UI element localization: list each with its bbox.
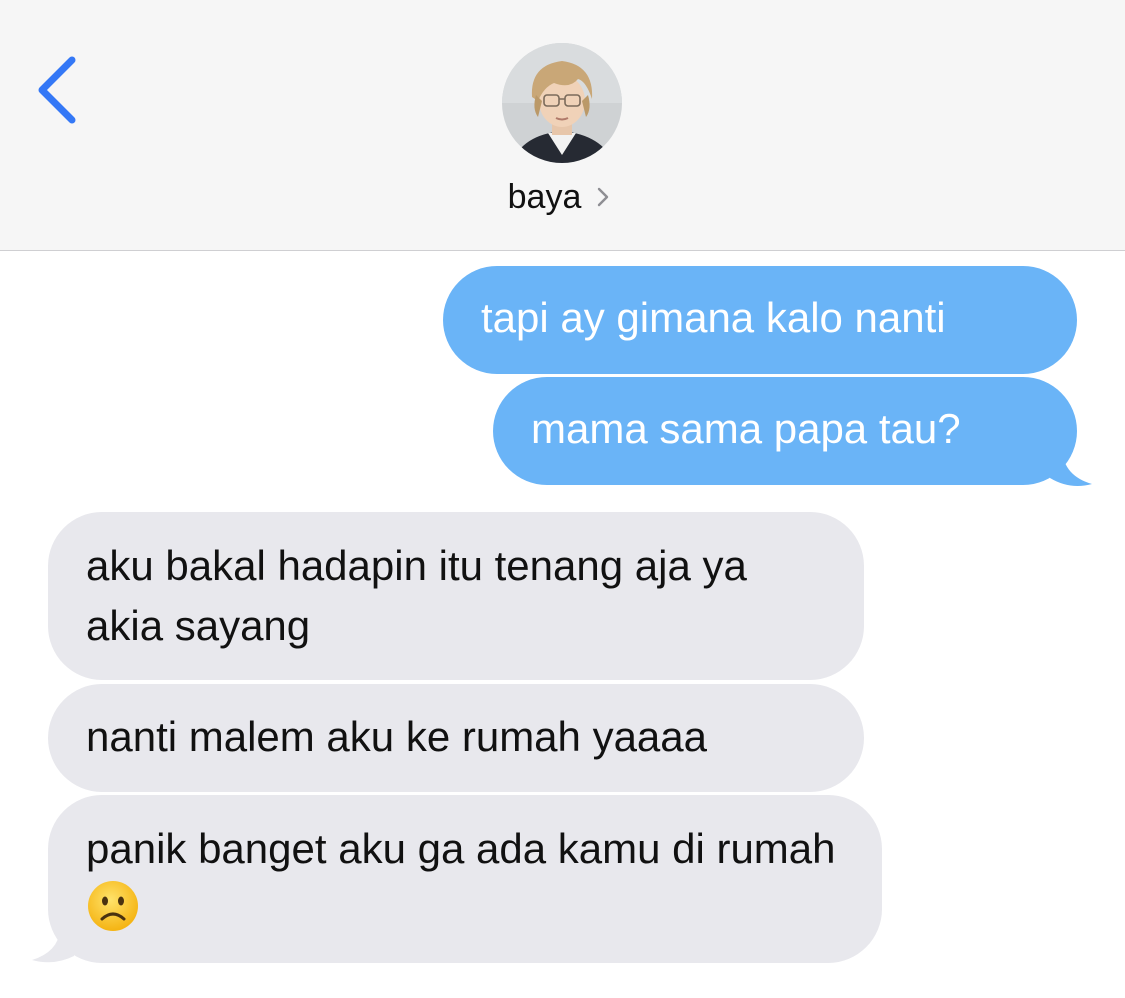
- outgoing-message-bubble[interactable]: mama sama papa tau?: [493, 377, 1077, 485]
- back-button[interactable]: [28, 52, 88, 132]
- incoming-message-bubble[interactable]: panik banget aku ga ada kamu di rumah: [48, 795, 882, 963]
- contact-name: baya: [507, 177, 582, 216]
- bubble-tail: [32, 930, 74, 963]
- bubble-tail: [1050, 450, 1092, 486]
- avatar-photo: [502, 43, 622, 163]
- chevron-left-icon: [38, 56, 76, 124]
- frowning-face-emoji: [88, 881, 138, 931]
- incoming-message-bubble[interactable]: nanti malem aku ke rumah yaaaa: [48, 684, 864, 792]
- incoming-message-text: panik banget aku ga ada kamu di rumah: [86, 825, 836, 872]
- chevron-right-icon: [598, 187, 609, 207]
- incoming-message-bubble[interactable]: aku bakal hadapin itu tenang aja ya akia…: [48, 512, 864, 680]
- conversation-header: baya: [0, 0, 1125, 251]
- outgoing-message-bubble[interactable]: tapi ay gimana kalo nanti: [443, 266, 1077, 374]
- avatar[interactable]: [502, 43, 622, 163]
- contact-details-button[interactable]: baya: [0, 174, 1125, 220]
